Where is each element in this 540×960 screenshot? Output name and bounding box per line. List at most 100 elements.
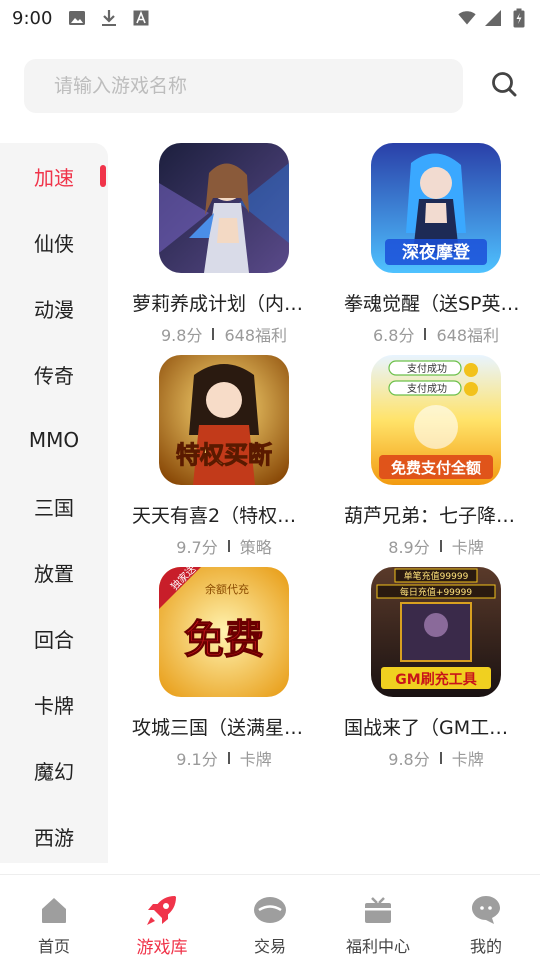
meta-divider <box>424 328 427 340</box>
game-meta: 6.8分 648福利 <box>373 322 499 346</box>
game-tag: 648福利 <box>224 326 287 345</box>
cover-title-text: 特权买断 <box>176 441 272 469</box>
game-score: 9.1分 <box>176 750 218 769</box>
search-input[interactable] <box>54 75 433 97</box>
category-label: 卡牌 <box>34 693 74 718</box>
category-item-three-kingdoms[interactable]: 三国 <box>0 473 108 539</box>
category-label: 魔幻 <box>34 759 74 784</box>
game-cover-image[interactable]: 单笔充值99999 每日充值+99999 GM刷充工具 <box>371 567 501 697</box>
cover-badge-text: 支付成功 <box>407 362 447 375</box>
category-label: 加速 <box>34 165 74 190</box>
category-label: 动漫 <box>34 297 74 322</box>
game-cover-image[interactable]: 支付成功 支付成功 免费支付全额 <box>371 355 501 485</box>
game-tag: 卡牌 <box>239 750 272 769</box>
game-meta: 9.1分 卡牌 <box>176 746 271 770</box>
nav-label: 我的 <box>469 937 502 956</box>
category-item-idle[interactable]: 放置 <box>0 539 108 605</box>
status-system-icons <box>458 8 528 28</box>
game-meta: 9.8分 卡牌 <box>388 746 483 770</box>
game-card[interactable]: 特权买断 天天有喜2（特权… 9.7分 策略 <box>116 355 332 567</box>
category-label: MMO <box>28 428 80 452</box>
category-item-journey-west[interactable]: 西游 <box>0 803 108 869</box>
category-item-card[interactable]: 卡牌 <box>0 671 108 737</box>
game-cover-image[interactable] <box>159 143 289 273</box>
trade-icon <box>253 893 287 927</box>
game-card[interactable]: 独家送卡 余额代充 免费 攻城三国（送满星… 9.1分 卡牌 <box>116 567 332 779</box>
game-card[interactable]: 萝莉养成计划（内… 9.8分 648福利 <box>116 143 332 355</box>
game-meta: 9.7分 策略 <box>176 534 271 558</box>
game-name: 萝莉养成计划（内… <box>132 293 304 315</box>
game-tag: 策略 <box>239 538 272 557</box>
gift-icon <box>361 893 395 927</box>
nav-item-home[interactable]: 首页 <box>0 875 108 960</box>
category-item-xianxia[interactable]: 仙侠 <box>0 209 108 275</box>
game-tag: 卡牌 <box>451 538 484 557</box>
signal-icon <box>484 9 502 27</box>
nav-label: 交易 <box>253 937 286 956</box>
category-item-anime[interactable]: 动漫 <box>0 275 108 341</box>
category-label: 放置 <box>34 561 74 586</box>
cover-badge-text: 每日充值+99999 <box>400 586 472 598</box>
game-cover-image[interactable]: 特权买断 <box>159 355 289 485</box>
cover-title-text: 免费 <box>184 617 264 663</box>
status-bar: 9:00 <box>0 0 540 36</box>
game-cover-image[interactable]: 深夜摩登 <box>371 143 501 273</box>
nav-label: 首页 <box>37 937 70 956</box>
nav-label: 游戏库 <box>136 938 188 958</box>
meta-divider <box>439 752 442 764</box>
search-bar[interactable] <box>24 59 463 113</box>
game-name: 天天有喜2（特权… <box>132 505 297 527</box>
cover-badge-text: 支付成功 <box>407 382 447 395</box>
category-label: 回合 <box>34 627 74 652</box>
chat-bubble-icon <box>469 893 503 927</box>
search-icon <box>490 70 518 102</box>
meta-divider <box>227 752 230 764</box>
category-sidebar: 加速 仙侠 动漫 传奇 MMO 三国 放置 回合 卡牌 魔幻 西游 <box>0 143 108 863</box>
status-time: 9:00 <box>12 7 53 29</box>
game-score: 6.8分 <box>373 326 415 345</box>
search-button[interactable] <box>486 68 522 104</box>
cover-title-text: 深夜摩登 <box>402 242 471 263</box>
meta-divider <box>212 328 215 340</box>
category-label: 三国 <box>34 495 74 520</box>
nav-item-game-library[interactable]: 游戏库 <box>108 875 216 960</box>
wifi-icon <box>458 9 476 27</box>
download-icon <box>100 9 118 27</box>
cover-badge-text: 单笔充值99999 <box>404 570 469 582</box>
game-meta: 8.9分 卡牌 <box>388 534 483 558</box>
game-name: 攻城三国（送满星… <box>132 717 304 739</box>
game-card[interactable]: 深夜摩登 拳魂觉醒（送SP英… 6.8分 648福利 <box>332 143 540 355</box>
category-label: 传奇 <box>34 363 74 388</box>
category-label: 西游 <box>34 825 74 850</box>
home-icon <box>37 893 71 927</box>
game-score: 8.9分 <box>388 538 430 557</box>
game-meta: 9.8分 648福利 <box>161 322 287 346</box>
game-name: 国战来了（GM工… <box>344 717 509 739</box>
nav-item-welfare-center[interactable]: 福利中心 <box>324 875 432 960</box>
game-score: 9.7分 <box>176 538 218 557</box>
category-item-legend[interactable]: 传奇 <box>0 341 108 407</box>
font-icon <box>132 9 150 27</box>
category-item-fantasy[interactable]: 魔幻 <box>0 737 108 803</box>
active-indicator <box>100 165 106 187</box>
nav-item-mine[interactable]: 我的 <box>432 875 540 960</box>
category-item-mmo[interactable]: MMO <box>0 407 108 473</box>
cover-badge-text: 余额代充 <box>205 582 249 596</box>
bottom-nav: 首页 游戏库 交易 福利中心 我的 <box>0 874 540 960</box>
image-icon <box>68 9 86 27</box>
nav-item-trade[interactable]: 交易 <box>216 875 324 960</box>
game-name: 拳魂觉醒（送SP英… <box>344 293 520 315</box>
game-card[interactable]: 支付成功 支付成功 免费支付全额 葫芦兄弟：七子降… 8.9分 卡牌 <box>332 355 540 567</box>
category-item-accelerate[interactable]: 加速 <box>0 143 108 209</box>
meta-divider <box>439 540 442 552</box>
category-item-turn-based[interactable]: 回合 <box>0 605 108 671</box>
game-cover-image[interactable]: 独家送卡 余额代充 免费 <box>159 567 289 697</box>
meta-divider <box>227 540 230 552</box>
game-card[interactable]: 单笔充值99999 每日充值+99999 GM刷充工具 国战来了（GM工… 9.… <box>332 567 540 779</box>
game-tag: 648福利 <box>436 326 499 345</box>
status-notification-icons <box>68 9 150 27</box>
rocket-icon <box>145 893 179 927</box>
game-tag: 卡牌 <box>451 750 484 769</box>
battery-icon <box>510 8 528 28</box>
game-name: 葫芦兄弟：七子降… <box>344 505 516 527</box>
